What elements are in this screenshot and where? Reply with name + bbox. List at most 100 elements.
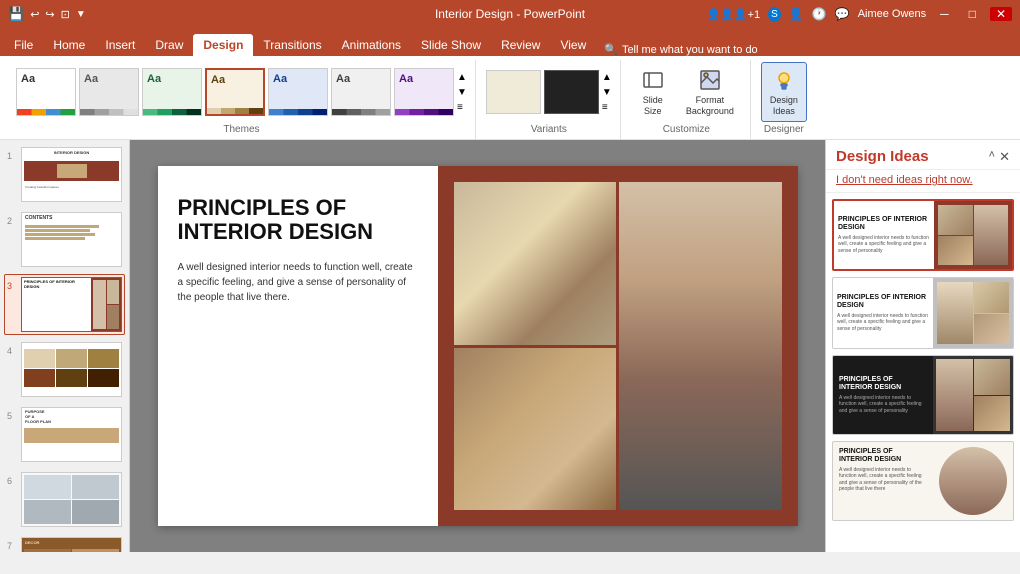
variants-section: ▲ ▼ ≡ Variants — [478, 60, 621, 139]
title-bar: 💾 ↩ ↪ ⊡ ▼ Interior Design - PowerPoint 👤… — [0, 0, 1020, 28]
design-idea-3[interactable]: PRINCIPLES OF INTERIOR DESIGN A well des… — [832, 355, 1014, 435]
variants-list: ▲ ▼ ≡ — [486, 60, 612, 124]
design-panel-title: Design Ideas — [836, 148, 929, 165]
format-bg-label: FormatBackground — [686, 95, 734, 117]
tab-transitions[interactable]: Transitions — [253, 34, 331, 56]
search-icon: 🔍 — [604, 43, 618, 56]
themes-label: Themes — [16, 124, 467, 137]
slide-photo-woman — [619, 182, 782, 510]
design-ideas-btn[interactable]: DesignIdeas — [761, 62, 807, 122]
redo-icon[interactable]: ↪ — [45, 8, 54, 21]
design-idea-4[interactable]: PRINCIPLES OF INTERIOR DESIGN A well des… — [832, 441, 1014, 521]
slide-thumb-7[interactable]: 7 DECOR — [4, 534, 125, 552]
format-bg-btn[interactable]: FormatBackground — [678, 62, 742, 122]
close-btn[interactable]: ✕ — [990, 7, 1012, 21]
slide-left-content: PRINCIPLES OF INTERIOR DESIGN A well des… — [158, 166, 438, 526]
tab-home[interactable]: Home — [43, 34, 95, 56]
theme-2[interactable]: Aa — [79, 68, 139, 116]
ribbon-content: Aa Aa Aa Aa Aa Aa — [0, 56, 1020, 140]
customize-section: SlideSize FormatBackground Customize — [623, 60, 751, 139]
themes-list: Aa Aa Aa Aa Aa Aa — [16, 60, 467, 124]
user-name: Aimee Owens — [858, 8, 926, 20]
slide-size-label: SlideSize — [643, 95, 663, 117]
customize-label: Customize — [631, 124, 742, 137]
themes-more-btn[interactable]: ▲ ▼ ≡ — [457, 70, 467, 115]
variant-2[interactable] — [544, 70, 599, 114]
user-avatars: 👤👤👤+1 — [707, 8, 761, 21]
slide-size-btn[interactable]: SlideSize — [631, 62, 675, 122]
theme-4[interactable]: Aa — [205, 68, 265, 116]
slide-photo-stairs — [454, 348, 617, 511]
theme-7[interactable]: Aa — [394, 68, 454, 116]
panel-collapse-btn[interactable]: ˄ — [989, 149, 995, 165]
customize-buttons: SlideSize FormatBackground — [631, 60, 742, 124]
quick-access-icon[interactable]: ⊡ — [61, 8, 70, 21]
history-icon[interactable]: 🕐 — [812, 7, 827, 21]
designer-label: Designer — [761, 124, 807, 137]
ribbon-tabs: File Home Insert Draw Design Transitions… — [0, 28, 1020, 56]
tab-draw[interactable]: Draw — [145, 34, 193, 56]
main-content: 1 INTERIOR DESIGN Creating beautiful spa… — [0, 140, 1020, 552]
theme-5[interactable]: Aa — [268, 68, 328, 116]
theme-3[interactable]: Aa — [142, 68, 202, 116]
slide-right-images — [438, 166, 798, 526]
design-idea-2[interactable]: PRINCIPLES OF INTERIOR DESIGN A well des… — [832, 277, 1014, 349]
design-idea-1-images — [934, 201, 1012, 269]
theme-6[interactable]: Aa — [331, 68, 391, 116]
designer-buttons: DesignIdeas — [761, 60, 807, 124]
panel-controls: ˄ ✕ — [989, 149, 1010, 165]
slide-thumb-5[interactable]: 5 PURPOSEOF AFLOOR PLAN — [4, 404, 125, 465]
design-idea-2-text: PRINCIPLES OF INTERIOR DESIGN A well des… — [833, 278, 933, 348]
design-idea-4-text: PRINCIPLES OF INTERIOR DESIGN A well des… — [833, 442, 933, 520]
variants-more-btn[interactable]: ▲ ▼ ≡ — [602, 70, 612, 115]
search-prompt[interactable]: Tell me what you want to do — [622, 44, 758, 56]
app-title: Interior Design - PowerPoint — [435, 7, 585, 21]
search-area[interactable]: 🔍 Tell me what you want to do — [604, 43, 757, 56]
slide-thumb-1[interactable]: 1 INTERIOR DESIGN Creating beautiful spa… — [4, 144, 125, 205]
tab-file[interactable]: File — [4, 34, 43, 56]
slide-photo-room — [454, 182, 617, 345]
variants-label: Variants — [486, 124, 612, 137]
titlebar-left: 💾 ↩ ↪ ⊡ ▼ — [8, 6, 86, 22]
slide-thumb-3[interactable]: 3 PRINCIPLES OF INTERIOR DESIGN — [4, 274, 125, 335]
design-idea-4-images — [933, 442, 1013, 520]
design-ideas-label: DesignIdeas — [770, 95, 798, 117]
tab-insert[interactable]: Insert — [95, 34, 145, 56]
minimize-btn[interactable]: ─ — [934, 7, 955, 21]
slide-thumb-4[interactable]: 4 — [4, 339, 125, 400]
design-panel-header: Design Ideas ˄ ✕ — [826, 140, 1020, 170]
panel-close-btn[interactable]: ✕ — [999, 149, 1010, 165]
slide-panel: 1 INTERIOR DESIGN Creating beautiful spa… — [0, 140, 130, 552]
design-panel-dismiss[interactable]: I don't need ideas right now. — [826, 170, 1020, 193]
themes-section: Aa Aa Aa Aa Aa Aa — [8, 60, 476, 139]
undo-icon[interactable]: ↩ — [30, 8, 39, 21]
design-idea-3-text: PRINCIPLES OF INTERIOR DESIGN A well des… — [833, 356, 933, 434]
slide-thumb-2[interactable]: 2 CONTENTS — [4, 209, 125, 270]
maximize-btn[interactable]: □ — [963, 7, 982, 21]
skype-icon[interactable]: S — [768, 7, 781, 22]
slide-thumb-6[interactable]: 6 — [4, 469, 125, 530]
tab-slideshow[interactable]: Slide Show — [411, 34, 491, 56]
share-icon[interactable]: 👤 — [789, 7, 804, 21]
variant-1[interactable] — [486, 70, 541, 114]
tab-review[interactable]: Review — [491, 34, 550, 56]
tab-design[interactable]: Design — [193, 34, 253, 56]
save-icon[interactable]: 💾 — [8, 6, 24, 22]
tab-view[interactable]: View — [550, 34, 596, 56]
designer-section: DesignIdeas Designer — [753, 60, 815, 139]
design-ideas-panel: Design Ideas ˄ ✕ I don't need ideas righ… — [825, 140, 1020, 552]
comments-icon[interactable]: 💬 — [835, 7, 850, 21]
design-ideas-list: PRINCIPLES OF INTERIOR DESIGN A well des… — [826, 193, 1020, 552]
design-idea-2-images — [933, 278, 1013, 348]
canvas-area: PRINCIPLES OF INTERIOR DESIGN A well des… — [130, 140, 825, 552]
design-idea-1[interactable]: PRINCIPLES OF INTERIOR DESIGN A well des… — [832, 199, 1014, 271]
design-idea-3-images — [933, 356, 1013, 434]
tab-animations[interactable]: Animations — [332, 34, 411, 56]
theme-1[interactable]: Aa — [16, 68, 76, 116]
titlebar-right: 👤👤👤+1 S 👤 🕐 💬 Aimee Owens ─ □ ✕ — [707, 7, 1012, 22]
slide-title: PRINCIPLES OF INTERIOR DESIGN — [178, 196, 418, 244]
slide-body: A well designed interior needs to functi… — [178, 260, 418, 305]
slide-canvas: PRINCIPLES OF INTERIOR DESIGN A well des… — [158, 166, 798, 526]
design-idea-1-text: PRINCIPLES OF INTERIOR DESIGN A well des… — [834, 201, 934, 269]
dropdown-icon[interactable]: ▼ — [76, 9, 86, 20]
